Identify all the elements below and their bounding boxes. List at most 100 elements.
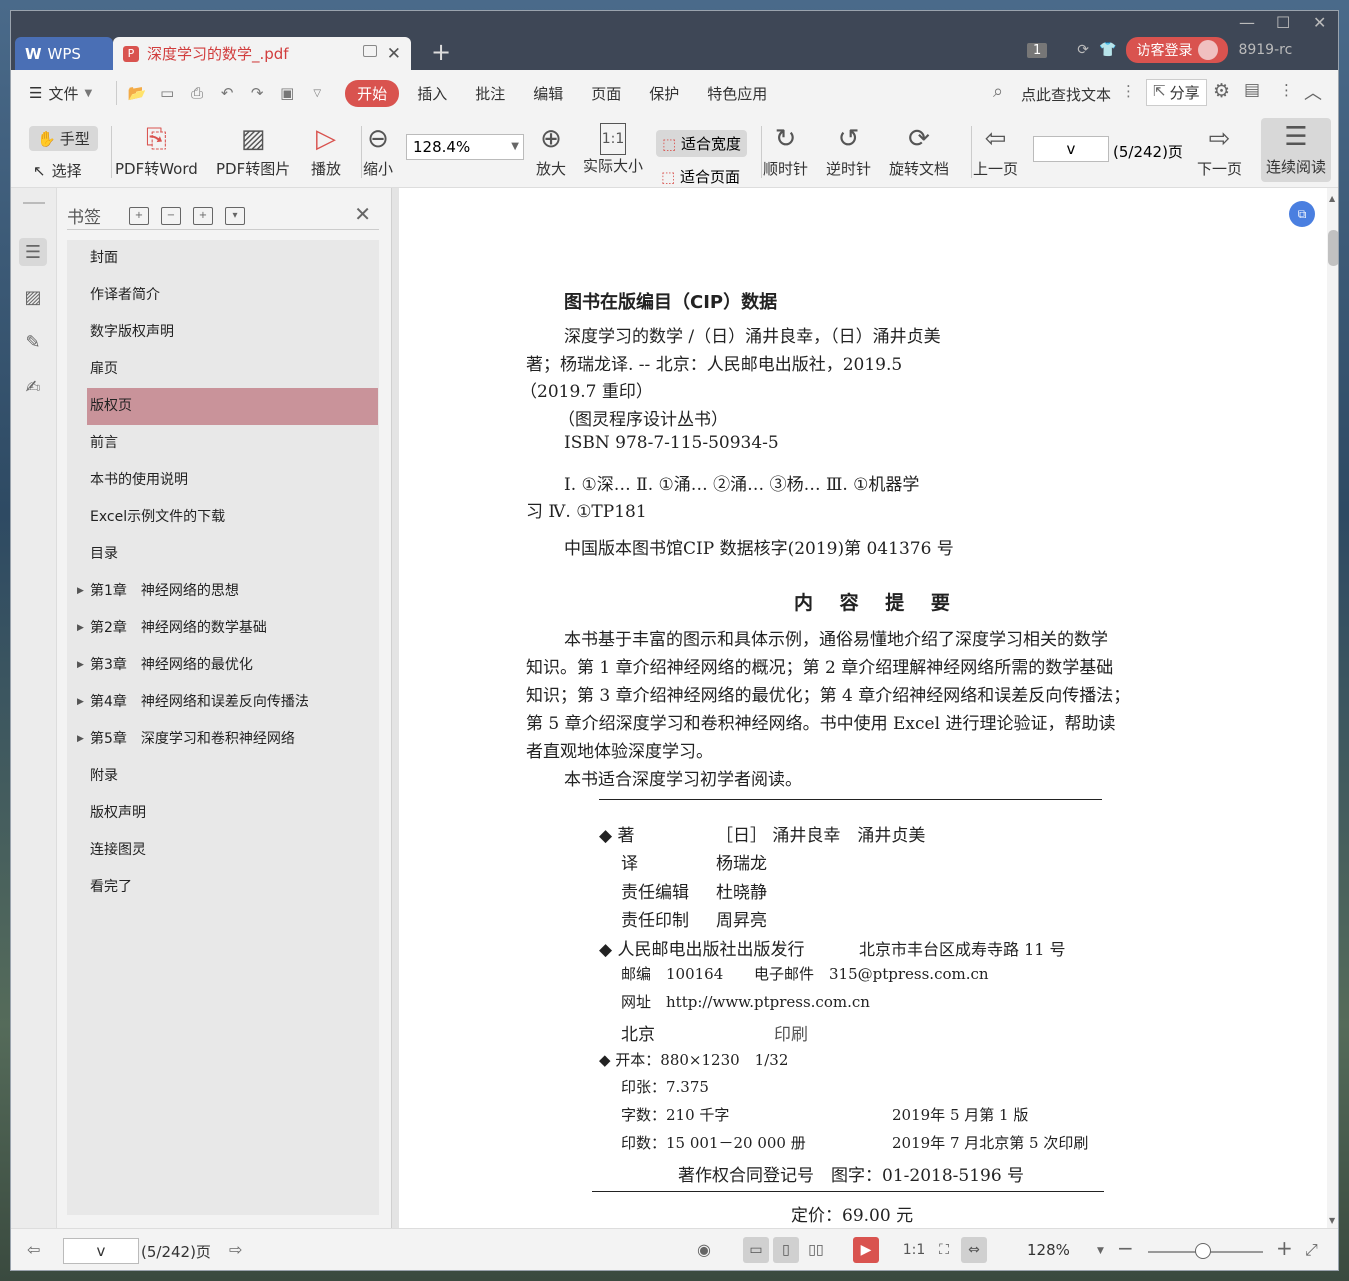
status-page-input[interactable]: v (63, 1238, 139, 1264)
select-tool-button[interactable]: ↖ 选择 (33, 160, 82, 181)
continuous-reading-button[interactable]: ☰ 连续阅读 (1261, 118, 1331, 182)
export-image-icon[interactable]: ▣ (275, 81, 299, 105)
bookmark-item[interactable]: 目录 (67, 536, 379, 573)
zoom-select[interactable]: 128.4% ▼ (406, 134, 524, 160)
zoom-slider-handle[interactable] (1195, 1243, 1211, 1259)
fit-page-icon[interactable]: ⛶ (931, 1237, 957, 1263)
add-bookmark-icon[interactable]: + (193, 206, 213, 225)
rotate-document-button[interactable]: ⟳ 旋转文档 (889, 120, 949, 179)
settings-icon[interactable]: ⚙ (1213, 80, 1230, 102)
arrow-right-icon[interactable]: ⇨ (229, 1240, 242, 1259)
rail-drag-handle[interactable] (23, 202, 45, 204)
expand-all-icon[interactable]: + (129, 206, 149, 225)
zoom-in-icon[interactable]: + (1276, 1236, 1293, 1260)
bookmark-panel-icon[interactable]: ☰ (19, 238, 47, 266)
bookmark-item[interactable]: 连接图灵 (67, 832, 379, 869)
collapse-ribbon-icon[interactable]: ︿ (1304, 79, 1322, 105)
search-icon[interactable]: ⌕ (993, 81, 1003, 102)
tab-protect[interactable]: 保护 (639, 79, 689, 108)
fit-width-button[interactable]: ⬚ 适合宽度 (656, 130, 747, 157)
bookmark-item[interactable]: ▶ 第1章 神经网络的思想 (67, 573, 379, 610)
play-icon[interactable]: ▶ (853, 1237, 879, 1263)
bookmark-item[interactable]: 附录 (67, 758, 379, 795)
close-window-icon[interactable]: ✕ (1313, 13, 1326, 32)
file-menu[interactable]: ☰ 文件 ▼ (11, 83, 92, 104)
pdf-to-word-button[interactable]: ⎘ PDF转Word (115, 120, 198, 179)
more-vertical-icon[interactable]: ⋮ (1121, 82, 1136, 100)
bookmark-item[interactable]: 数字版权声明 (67, 314, 379, 351)
pdf-to-image-button[interactable]: ▨ PDF转图片 (216, 120, 290, 179)
close-panel-icon[interactable]: ✕ (354, 202, 371, 226)
continuous-view-icon[interactable]: ▯ (773, 1237, 799, 1263)
tab-document[interactable]: P 深度学习的数学_.pdf ✕ (113, 37, 411, 70)
bookmark-item[interactable]: ▶ 第3章 神经网络的最优化 (67, 647, 379, 684)
save-icon[interactable]: ▭ (155, 81, 179, 105)
undo-icon[interactable]: ↶ (215, 81, 239, 105)
chevron-right-icon[interactable]: ▶ (77, 684, 84, 721)
page-number-input[interactable]: v (1033, 136, 1109, 162)
more-menu-icon[interactable]: ⋮ (1279, 81, 1294, 99)
zoom-out-button[interactable]: ⊖ 缩小 (363, 120, 393, 179)
single-page-view-icon[interactable]: ▭ (743, 1237, 769, 1263)
tab-home[interactable]: 开始 (345, 79, 400, 107)
bookmark-item[interactable]: ▶ 第2章 神经网络的数学基础 (67, 610, 379, 647)
minimize-icon[interactable]: — (1239, 13, 1255, 32)
zoom-out-icon[interactable]: − (1117, 1236, 1134, 1260)
thumbnail-panel-icon[interactable]: ▨ (19, 283, 47, 311)
vertical-scrollbar[interactable]: ▲ ▼ (1327, 188, 1338, 1228)
bookmark-item[interactable]: 版权页 (87, 388, 378, 425)
scroll-up-icon[interactable]: ▲ (1329, 194, 1335, 203)
actual-size-button[interactable]: 1:1 实际大小 (583, 120, 643, 176)
share-button[interactable]: ⇱ 分享 (1146, 79, 1207, 106)
bookmark-item[interactable]: 封面 (67, 240, 379, 277)
close-tab-icon[interactable]: ✕ (387, 44, 401, 64)
bookmark-item[interactable]: 前言 (67, 425, 379, 462)
bookmark-item[interactable]: Excel示例文件的下载 (67, 499, 379, 536)
redo-icon[interactable]: ↷ (245, 81, 269, 105)
eye-protection-icon[interactable]: ◉ (697, 1240, 711, 1259)
bookmark-item[interactable]: ▶ 第5章 深度学习和卷积神经网络 (67, 721, 379, 758)
maximize-icon[interactable]: ☐ (1276, 13, 1290, 32)
chevron-right-icon[interactable]: ▶ (77, 573, 84, 610)
tab-page[interactable]: 页面 (581, 79, 631, 108)
bookmark-item[interactable]: 版权声明 (67, 795, 379, 832)
status-zoom[interactable]: 128% (1027, 1241, 1070, 1259)
sync-icon[interactable]: ⟳ (1077, 42, 1089, 58)
prev-page-button[interactable]: ⇦ 上一页 (973, 120, 1018, 179)
rotate-clockwise-button[interactable]: ↻ 顺时针 (763, 120, 808, 179)
scroll-down-icon[interactable]: ▼ (1329, 1216, 1335, 1225)
rotate-counterclockwise-button[interactable]: ↺ 逆时针 (826, 120, 871, 179)
bookmark-options-icon[interactable]: ▾ (225, 206, 245, 225)
collapse-all-icon[interactable]: − (161, 206, 181, 225)
arrow-left-icon[interactable]: ⇦ (27, 1240, 40, 1259)
zoom-in-button[interactable]: ⊕ 放大 (536, 120, 566, 179)
bookmark-item[interactable]: 本书的使用说明 (67, 462, 379, 499)
open-icon[interactable]: 📂 (125, 81, 149, 105)
chevron-right-icon[interactable]: ▶ (77, 610, 84, 647)
actual-size-icon[interactable]: 1:1 (901, 1237, 927, 1263)
hand-tool-button[interactable]: ✋ 手型 (29, 126, 98, 151)
bookmark-item[interactable]: 看完了 (67, 869, 379, 906)
floating-tool-icon[interactable]: ⧉ (1289, 201, 1315, 227)
chevron-right-icon[interactable]: ▶ (77, 647, 84, 684)
next-page-button[interactable]: ⇨ 下一页 (1197, 120, 1242, 179)
skin-icon[interactable]: 👕 (1099, 42, 1116, 58)
window-count-badge[interactable]: 1 (1027, 42, 1048, 58)
scrollbar-thumb[interactable] (1328, 230, 1338, 266)
annotation-panel-icon[interactable]: ✎ (19, 328, 47, 356)
bookmark-item[interactable]: 作译者简介 (67, 277, 379, 314)
comment-icon[interactable]: ▤ (1244, 80, 1260, 100)
fit-page-button[interactable]: ⬚ 适合页面 (661, 166, 740, 187)
window-pin-icon[interactable] (363, 45, 377, 57)
tab-features[interactable]: 特色应用 (697, 79, 777, 108)
new-tab-button[interactable]: + (431, 38, 451, 66)
more-dropdown-icon[interactable]: ▽ (305, 81, 329, 105)
tab-insert[interactable]: 插入 (407, 79, 457, 108)
chevron-right-icon[interactable]: ▶ (77, 721, 84, 758)
document-view[interactable]: 图书在版编目（CIP）数据 深度学习的数学 /（日）涌井良幸，（日）涌井贞美 著… (399, 188, 1327, 1228)
tab-wps[interactable]: W WPS (15, 37, 113, 70)
bookmark-item[interactable]: 扉页 (67, 351, 379, 388)
tab-comment[interactable]: 批注 (465, 79, 515, 108)
tab-edit[interactable]: 编辑 (523, 79, 573, 108)
chevron-down-icon[interactable]: ▼ (1097, 1246, 1104, 1256)
